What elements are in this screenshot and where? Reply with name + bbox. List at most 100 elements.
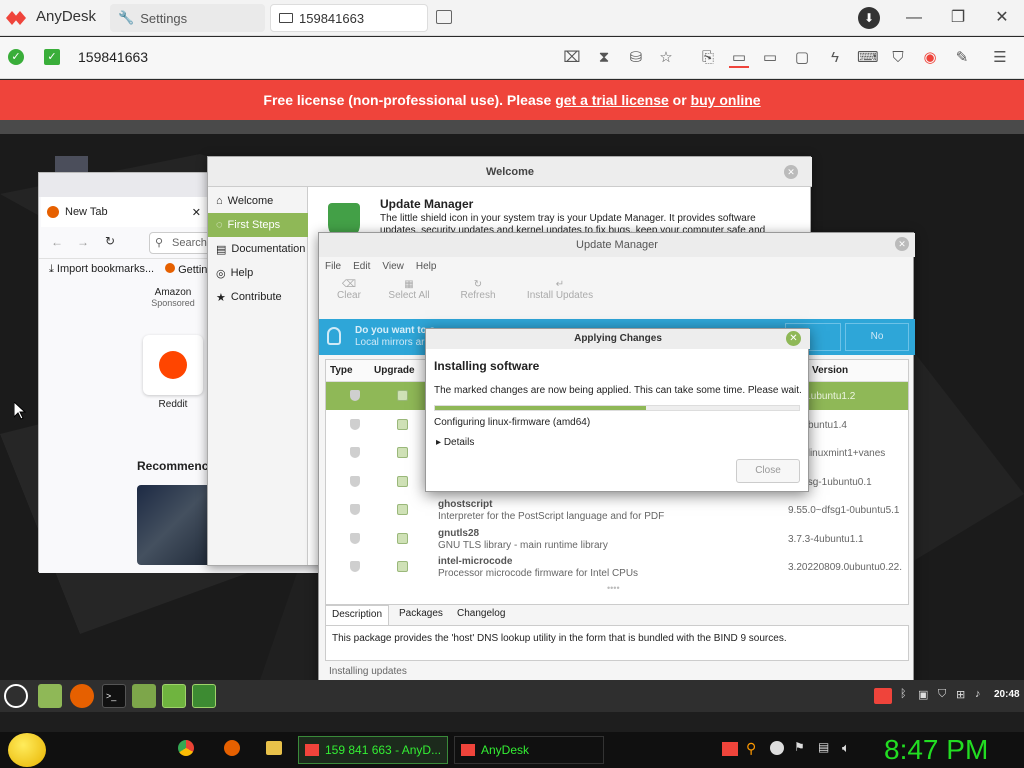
mint-clock[interactable]: 20:48	[994, 689, 1020, 700]
menu-edit[interactable]: Edit	[353, 257, 370, 277]
shield-tray-icon[interactable]: ⛉	[938, 688, 946, 701]
sidebar-item-documentation[interactable]: ▤ Documentation	[208, 237, 308, 261]
menu-view[interactable]: View	[382, 257, 404, 277]
keyboard-icon[interactable]: ⌨	[857, 48, 879, 68]
tab-packages[interactable]: Packages	[399, 608, 443, 619]
start-smiley-icon[interactable]	[8, 733, 46, 767]
firefox-launcher-icon[interactable]	[70, 684, 94, 708]
license-banner: Free license (non-professional use). Ple…	[0, 80, 1024, 120]
download-icon[interactable]: ⬇	[858, 7, 880, 29]
sidebar-item-help[interactable]: ◎ Help	[208, 261, 308, 285]
shield-icon[interactable]: ⛉	[888, 48, 908, 68]
welcome-close-button[interactable]: ✕	[784, 165, 798, 179]
file-explorer-icon[interactable]	[266, 741, 282, 755]
select-all-button[interactable]: ▦ Select All	[385, 279, 433, 301]
show-desktop-icon[interactable]	[38, 684, 62, 708]
infobar-no-button[interactable]: No	[845, 323, 909, 351]
trial-license-link[interactable]: get a trial license	[555, 92, 669, 108]
minus-tray-icon[interactable]	[770, 741, 784, 755]
tab-close-icon[interactable]: ✕	[192, 206, 201, 219]
file-transfer-icon[interactable]: ⎘	[698, 48, 718, 68]
record-icon[interactable]: ◉	[920, 48, 940, 68]
monitor-select-icon[interactable]: ▭	[729, 48, 749, 68]
anydesk-tray-icon[interactable]	[722, 742, 738, 756]
hourglass-icon[interactable]: ⧗	[594, 48, 614, 68]
col-version[interactable]: Version	[812, 365, 848, 376]
package-name: ghostscript	[438, 499, 493, 510]
menu-file[interactable]: File	[325, 257, 341, 277]
clipboard-icon[interactable]: ▣	[918, 688, 928, 701]
taskbar-anydesk-session[interactable]: 159 841 663 - AnyD...	[298, 736, 448, 764]
bluetooth-icon[interactable]: ᛒ	[900, 688, 907, 700]
upgrade-checkbox[interactable]	[397, 504, 408, 515]
screen-off-icon[interactable]: ⌧	[562, 48, 582, 68]
col-type[interactable]: Type	[330, 365, 353, 376]
um-close-button[interactable]: ✕	[895, 237, 909, 251]
refresh-button[interactable]: ↻ Refresh	[459, 279, 497, 301]
upgrade-checkbox[interactable]	[397, 561, 408, 572]
upgrade-checkbox[interactable]	[397, 418, 408, 430]
volume-tray-icon[interactable]: 🔈︎	[842, 740, 850, 756]
network-tray-icon[interactable]: ▤	[818, 740, 829, 754]
minimize-button[interactable]: —	[902, 6, 926, 30]
address-field[interactable]: 159841663	[78, 49, 148, 65]
dialog-close-icon[interactable]: ✕	[786, 331, 801, 346]
restore-button[interactable]: ❐	[946, 6, 970, 30]
install-updates-button[interactable]: ↵ Install Updates	[525, 279, 595, 301]
action-lightning-icon[interactable]: ϟ	[825, 48, 845, 68]
upgrade-checkbox[interactable]	[397, 475, 408, 487]
details-expander[interactable]: ▸ Details	[436, 437, 474, 448]
menu-help[interactable]: Help	[416, 257, 437, 277]
pane-splitter-handle[interactable]: ••••	[607, 583, 620, 593]
clear-button[interactable]: ⌫ Clear	[337, 279, 361, 301]
col-upgrade[interactable]: Upgrade	[374, 365, 415, 376]
anydesk-tray-icon[interactable]	[874, 688, 892, 704]
reload-icon[interactable]: ↻	[105, 234, 115, 248]
firefox-taskbar-icon[interactable]	[224, 740, 240, 756]
tab-remote-session[interactable]: 159841663	[270, 4, 428, 32]
network-icon[interactable]: ⊞	[956, 688, 965, 701]
star-icon[interactable]: ☆	[656, 48, 676, 68]
sidebar-item-contribute[interactable]: ★ Contribute	[208, 285, 308, 309]
recommended-story-image[interactable]	[137, 485, 209, 565]
bookmark-import[interactable]: ⤓ Import bookmarks...	[49, 263, 154, 276]
remote-desktop[interactable]: New Tab ✕ ← → ↻ ⚲ Search ⤓ Import bookma…	[0, 120, 1024, 732]
host-clock[interactable]: 8:47 PM	[884, 732, 988, 768]
chrome-icon[interactable]	[178, 740, 194, 756]
buy-online-link[interactable]: buy online	[691, 92, 761, 108]
new-session-icon[interactable]	[436, 10, 452, 24]
welcome-task-icon[interactable]	[162, 684, 186, 708]
upgrade-checkbox[interactable]	[397, 532, 408, 544]
tab-description[interactable]: Description	[325, 605, 390, 625]
hamburger-menu-icon[interactable]: ☰	[990, 48, 1010, 68]
chat-icon[interactable]: ▢	[792, 48, 812, 68]
volume-icon[interactable]: ♪	[975, 688, 981, 700]
table-row[interactable]: ghostscript Interpreter for the PostScrip…	[326, 496, 908, 524]
shortcut-amazon[interactable]: Amazon Sponsored	[139, 287, 207, 308]
close-button[interactable]: ✕	[990, 6, 1014, 30]
sidebar-item-first-steps[interactable]: ◌ First Steps	[208, 213, 308, 237]
update-manager-task-icon[interactable]	[192, 684, 216, 708]
search-tray-icon[interactable]: ⚲	[746, 740, 756, 757]
sidebar-item-welcome[interactable]: ⌂ Welcome	[208, 189, 308, 213]
whiteboard-pen-icon[interactable]: ✎	[952, 48, 972, 68]
database-icon[interactable]: ⛁	[626, 48, 646, 68]
taskbar-anydesk[interactable]: AnyDesk	[454, 736, 604, 764]
dialog-close-button[interactable]: Close	[736, 459, 800, 483]
tab-settings[interactable]: 🔧 Settings	[110, 4, 265, 32]
shortcut-reddit-tile[interactable]	[143, 335, 203, 395]
upgrade-checkbox[interactable]	[397, 390, 408, 401]
terminal-icon[interactable]: >_	[102, 684, 126, 708]
shortcut-amazon-sponsored: Sponsored	[151, 298, 195, 308]
firefox-tab[interactable]: New Tab ✕	[41, 197, 209, 227]
mint-menu-icon[interactable]	[4, 684, 28, 708]
files-icon[interactable]	[132, 684, 156, 708]
forward-icon[interactable]: →	[77, 235, 89, 249]
display-icon[interactable]: ▭	[760, 48, 780, 68]
table-row[interactable]: intel-microcode Processor microcode firmw…	[326, 553, 908, 581]
back-icon[interactable]: ←	[51, 235, 63, 249]
flag-tray-icon[interactable]: ⚑	[794, 740, 805, 754]
tab-changelog[interactable]: Changelog	[457, 608, 505, 619]
upgrade-checkbox[interactable]	[397, 447, 408, 458]
table-row[interactable]: gnutls28 GNU TLS library - main runtime l…	[326, 525, 908, 553]
